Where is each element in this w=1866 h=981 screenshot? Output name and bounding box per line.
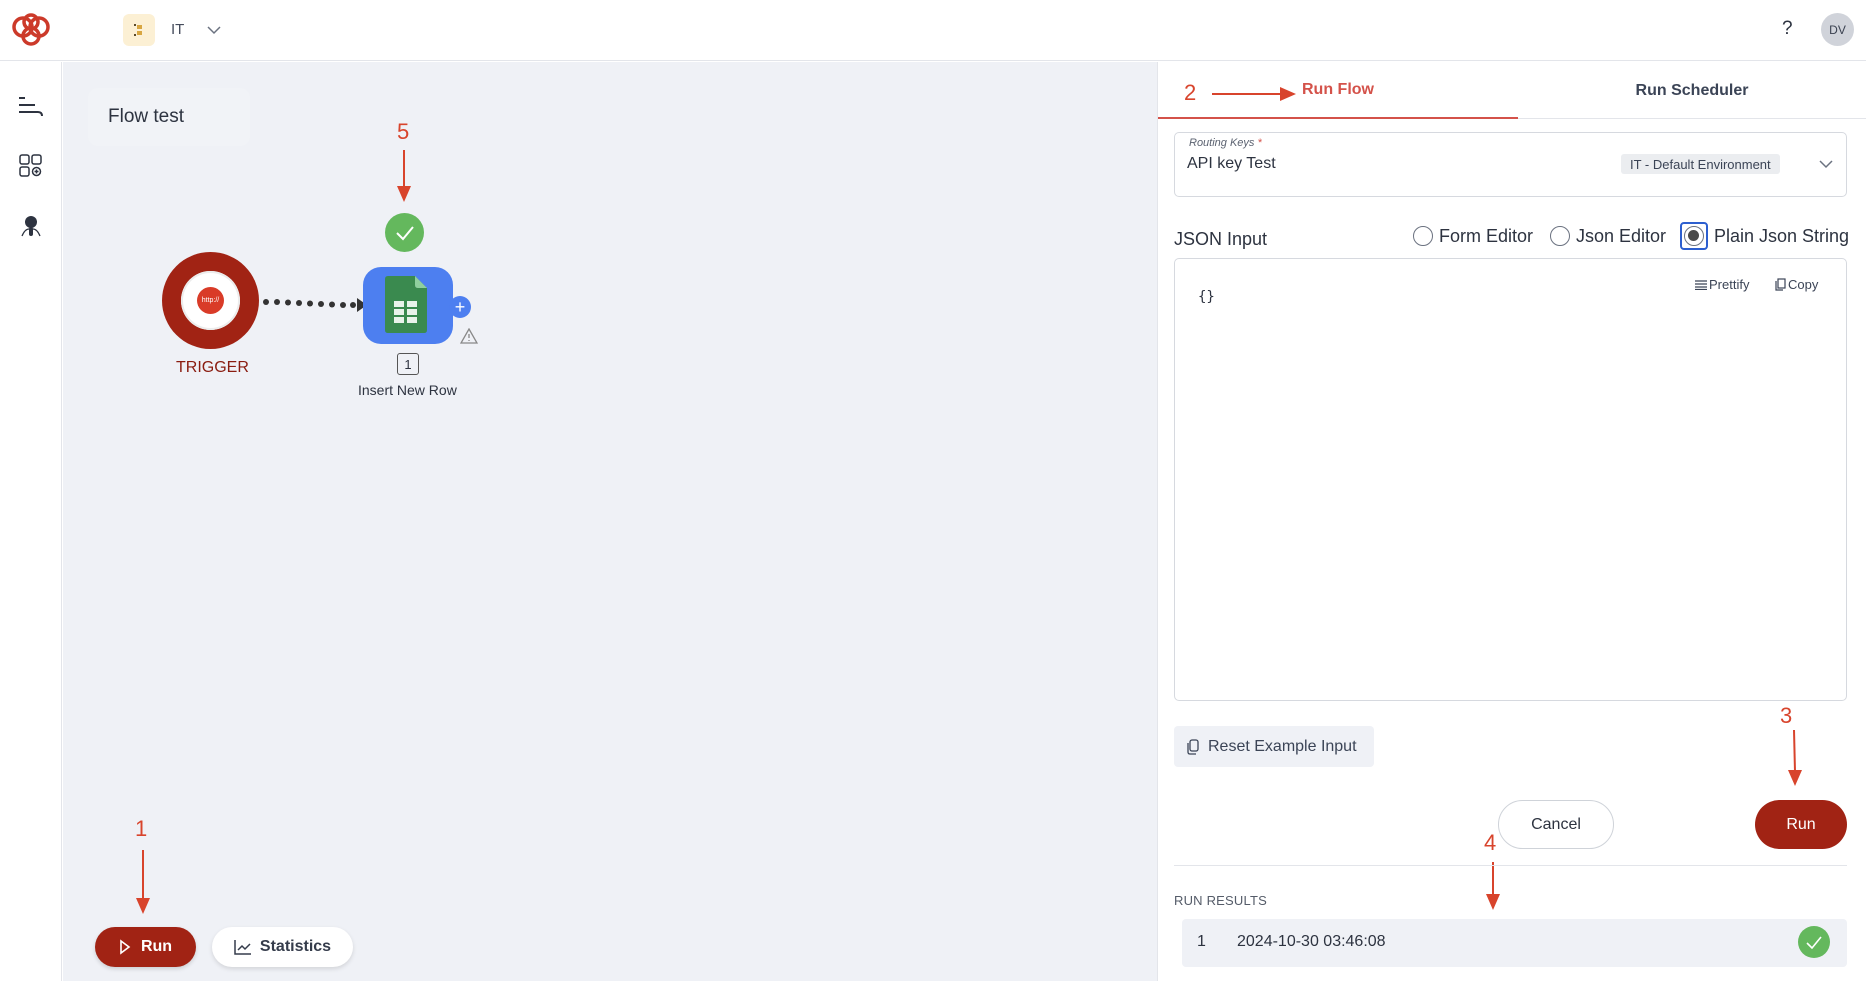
step-label: Insert New Row [358,382,457,398]
run-result-row[interactable]: 1 2024-10-30 03:46:08 [1182,919,1847,967]
radio-form-editor[interactable]: Form Editor [1413,224,1533,248]
reset-example-input-button[interactable]: Reset Example Input [1174,726,1374,767]
statistics-button-label: Statistics [259,938,332,955]
add-step-button[interactable]: + [449,296,471,318]
flow-canvas[interactable] [63,62,1157,981]
chart-icon [234,940,251,955]
flows-icon[interactable] [17,92,45,120]
json-input-label: JSON Input [1174,229,1268,249]
check-icon [395,225,414,240]
annotation-arrow-icon [136,850,150,914]
annotation-3: 3 [1780,703,1793,728]
radio-json-editor[interactable]: Json Editor [1550,224,1666,248]
google-sheets-icon [385,276,427,333]
user-avatar[interactable]: DV [1821,13,1854,46]
result-success-status [1798,926,1830,958]
left-sidebar [0,62,62,981]
flow-title[interactable]: Flow test [108,106,184,128]
annotation-arrow-icon [397,150,411,202]
routing-keys-value: API key Test [1187,155,1276,172]
trigger-label: TRIGGER [176,359,249,376]
json-input-value: {} [1198,289,1215,305]
radio-button-checked[interactable] [1684,226,1704,246]
annotation-4: 4 [1484,830,1497,855]
run-flow-button[interactable]: Run [95,927,196,967]
app-logo-icon[interactable] [10,12,52,48]
warning-icon[interactable] [460,328,478,344]
routing-keys-label: Routing Keys * [1189,137,1262,149]
json-input-textarea[interactable]: {} Prettify Copy [1174,258,1847,701]
annotation-arrow-icon [1212,87,1296,101]
annotation-arrow-icon [1788,730,1802,786]
check-icon [1806,935,1822,949]
cancel-button[interactable]: Cancel [1498,800,1614,849]
tab-run-scheduler[interactable]: Run Scheduler [1518,62,1866,119]
radio-button[interactable] [1550,226,1570,246]
copy-button[interactable]: Copy [1775,277,1818,292]
environment-name[interactable]: IT [171,21,184,38]
environment-badge[interactable] [123,14,155,46]
result-timestamp: 2024-10-30 03:46:08 [1237,933,1386,950]
annotation-2: 2 [1184,80,1197,105]
copy-icon [1187,738,1199,755]
chevron-down-icon[interactable] [206,22,222,38]
step-success-status [385,213,424,252]
top-header: IT ? DV [0,0,1866,61]
prettify-icon [1695,279,1707,290]
agent-icon[interactable] [17,212,45,240]
copy-icon [1775,278,1786,291]
routing-keys-select[interactable]: Routing Keys * API key Test IT - Default… [1174,132,1847,197]
run-button[interactable]: Run [1755,800,1847,849]
insert-row-step-node[interactable] [363,267,453,344]
chevron-down-icon[interactable] [1818,156,1834,172]
play-icon [120,939,131,955]
run-results-title: RUN RESULTS [1174,893,1267,908]
result-index: 1 [1197,933,1206,950]
step-number-badge: 1 [397,353,419,375]
annotation-5: 5 [397,119,410,144]
prettify-button[interactable]: Prettify [1695,277,1749,292]
run-flow-button-label: Run [140,938,173,955]
radio-plain-json-string[interactable]: Plain Json String [1680,222,1849,250]
annotation-1: 1 [135,816,148,841]
apps-icon[interactable] [17,152,45,180]
http-trigger-icon: http:// [197,287,224,314]
annotation-arrow-icon [1486,862,1500,910]
radio-button[interactable] [1413,226,1433,246]
section-divider [1174,865,1847,866]
routing-environment-tag: IT - Default Environment [1621,154,1780,174]
trigger-node[interactable]: http:// [162,252,259,349]
help-button[interactable]: ? [1782,18,1793,40]
environment-icon [134,24,142,36]
statistics-button[interactable]: Statistics [212,927,353,967]
flow-connector [263,298,367,312]
